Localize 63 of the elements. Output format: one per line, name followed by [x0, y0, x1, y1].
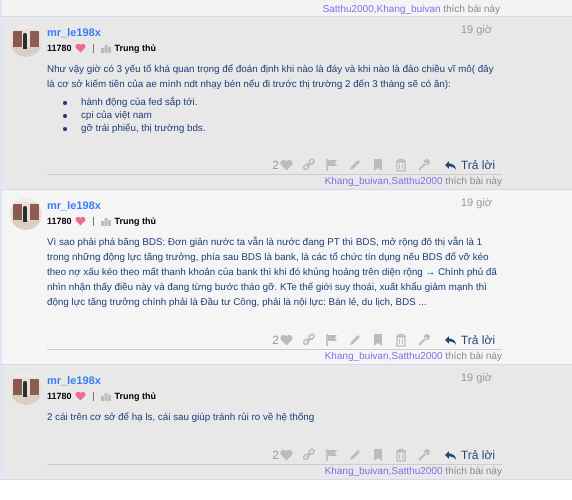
score-text: 11780: [47, 215, 72, 227]
reply-button[interactable]: Trả lời: [440, 447, 498, 463]
user-link[interactable]: Khang_buivan: [324, 466, 389, 477]
bullet-icon: [63, 100, 67, 104]
list-item: hành động của fed sắp tới.: [81, 96, 198, 109]
reply-icon: [444, 450, 457, 460]
likes-text: Khang_buivan,Satthu2000 thích bài này: [324, 176, 502, 188]
post-text: 2 cái trên cơ sở để hạ ls, cái sau giúp tránh rủi ro về hệ thống: [47, 411, 316, 425]
likes-text: Khang_buivan,Satthu2000 thích bài này: [324, 351, 502, 363]
pencil-icon: [348, 333, 362, 347]
flag-icon: [324, 448, 339, 462]
rank-icon: [100, 392, 111, 400]
rank-label: Trung thủ: [114, 390, 156, 402]
trash-icon: [394, 158, 408, 172]
user-link[interactable]: Satthu2000: [391, 466, 443, 477]
heart-icon: [74, 43, 86, 53]
heart-icon: [280, 334, 293, 346]
user-link[interactable]: Khang_buivan: [324, 351, 389, 362]
username[interactable]: mr_le198x: [47, 27, 101, 39]
like-button[interactable]: 2: [269, 157, 296, 173]
link-icon: [302, 158, 316, 172]
rank-icon: [100, 216, 111, 226]
link-icon: [302, 448, 316, 462]
post-text: Vì sao phải phá băng BDS: Đơn giản nước ta vẫn là nước đang PT thì BDS, mở rộng đô thị vẫn là 1 trong những động lực tăng trưởng, phía sau BDS là bank, là các tổ chức tín dụng nếu BDS đổ vỡ kéo theo nợ xấu kéo theo mất thanh khoản của bank thì khi đó khủng hoảng trên diện rộng → Chính phủ đã nhìn nhận thấy điều này và đang từng bước tháo gỡ. KTe thế giới suy thoái, xuất khẩu giảm mạnh thì động lực tăng trưởng chính phải là Đầu tư Công, phải là nội lực: Bán lẻ, du lịch, BDS ...: [47, 236, 498, 310]
post-time: 19 giờ: [460, 372, 492, 384]
list-item: cpi của việt nam: [81, 109, 152, 122]
reply-button[interactable]: Trả lời: [440, 332, 498, 348]
pencil-icon: [348, 448, 362, 462]
user-link[interactable]: Satthu2000: [391, 351, 443, 362]
post-time: 19 giờ: [460, 24, 492, 36]
reply-icon: [444, 160, 457, 170]
like-button[interactable]: 2: [269, 447, 296, 463]
rank-label: Trung thủ: [114, 42, 156, 54]
username[interactable]: mr_le198x: [47, 200, 101, 212]
user-link[interactable]: Satthu2000: [391, 176, 443, 187]
like-button[interactable]: 2: [269, 332, 296, 348]
likes-text: Satthu2000,Khang_buivan thích bài này: [322, 3, 500, 16]
post-time: 19 giờ: [460, 197, 492, 209]
user-link[interactable]: Khang_buivan: [324, 176, 389, 187]
user-link[interactable]: Khang_buivan: [376, 4, 441, 15]
likes-text: Khang_buivan,Satthu2000 thích bài này: [324, 466, 502, 478]
heart-icon: [74, 216, 86, 226]
rank-icon: [100, 44, 111, 52]
heart-icon: [280, 159, 293, 171]
flag-icon: [324, 158, 339, 172]
rank-label: Trung thủ: [114, 215, 156, 227]
username[interactable]: mr_le198x: [47, 375, 101, 387]
heart-icon: [74, 391, 86, 401]
trash-icon: [394, 333, 408, 347]
reply-icon: [444, 334, 457, 346]
score-text: 11780: [47, 390, 72, 402]
bullet-icon: [63, 126, 67, 130]
post-text: Như vậy giờ có 3 yếu tố khá quan trọng để đoán định khi nào là đáy và khi nào là đảo chiều vĩ mô( đây là cơ sở kiếm tiền của ae mình ndt nhạy bén nếu đi trước thị trường 2 đến 3 tháng sẽ có ăn):: [47, 63, 495, 92]
heart-icon: [280, 449, 293, 461]
score-text: 11780: [47, 42, 72, 54]
link-icon: [302, 333, 316, 347]
trash-icon: [394, 448, 408, 462]
reply-button[interactable]: Trả lời: [440, 157, 498, 173]
flag-icon: [324, 333, 339, 347]
pencil-icon: [348, 158, 362, 172]
user-link[interactable]: Satthu2000: [322, 4, 374, 15]
bullet-icon: [63, 114, 67, 118]
list-item: gỡ trái phiếu, thị trường bds.: [81, 122, 206, 135]
